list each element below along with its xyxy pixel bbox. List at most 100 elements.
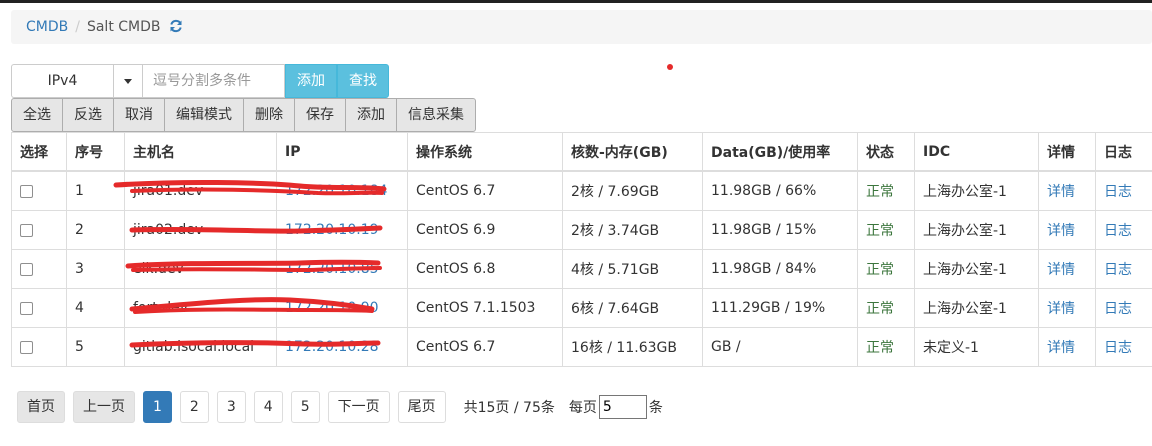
row-status-cell: 正常 [857, 288, 915, 328]
row-log-link[interactable]: 日志 [1104, 301, 1132, 317]
row-detail-link[interactable]: 详情 [1047, 340, 1075, 356]
row-ip-cell: 172.20.10.90 [276, 288, 408, 328]
row-ip-cell: 172.20.10.85 [276, 249, 408, 289]
header-select: 选择 [11, 132, 67, 172]
row-ip-link[interactable]: 172.20.10.85 [285, 261, 379, 277]
breadcrumb: CMDB / Salt CMDB [11, 10, 1152, 44]
row-ip-link[interactable]: 172.20.10.90 [285, 300, 379, 316]
row-detail-link[interactable]: 详情 [1047, 301, 1075, 317]
search-bar: IPv4 添加 查找 [11, 64, 389, 98]
add-button[interactable]: 添加 [345, 98, 397, 132]
row-log-link[interactable]: 日志 [1104, 262, 1132, 278]
row-ip-link[interactable]: 172.20.10.184 [285, 183, 387, 199]
page-summary: 共15页 / 75条 [463, 400, 555, 416]
row-data-usage: GB / [702, 327, 858, 367]
invert-selection-button[interactable]: 反选 [62, 98, 114, 132]
save-button[interactable]: 保存 [294, 98, 346, 132]
row-status: 正常 [866, 223, 894, 239]
row-checkbox-cell [11, 249, 67, 289]
row-status-cell: 正常 [857, 249, 915, 289]
top-border [0, 0, 1152, 3]
row-idc: 未定义-1 [914, 327, 1039, 367]
page-3-button[interactable]: 3 [216, 391, 246, 423]
red-dot-marker [667, 64, 673, 70]
row-hostname: gitlab.isocal.local [124, 327, 277, 367]
row-detail-link[interactable]: 详情 [1047, 184, 1075, 200]
search-button[interactable]: 查找 [337, 64, 389, 98]
header-idc: IDC [914, 132, 1039, 172]
header-detail: 详情 [1038, 132, 1096, 172]
row-ip-link[interactable]: 172.20.10.19 [285, 222, 379, 238]
row-checkbox-cell [11, 170, 67, 211]
edit-mode-button[interactable]: 编辑模式 [164, 98, 244, 132]
first-page-button[interactable]: 首页 [17, 391, 65, 423]
row-checkbox[interactable] [20, 340, 33, 354]
row-os: CentOS 6.7 [407, 327, 563, 367]
row-ip-cell: 172.20.10.19 [276, 210, 408, 250]
page-1-button[interactable]: 1 [143, 391, 172, 423]
row-data-usage: 11.98GB / 15% [702, 210, 858, 250]
row-status-cell: 正常 [857, 327, 915, 367]
row-ip-link[interactable]: 172.20.10.28 [285, 339, 379, 355]
row-detail-cell: 详情 [1038, 249, 1096, 289]
row-checkbox-cell [11, 327, 67, 367]
last-page-button[interactable]: 尾页 [397, 391, 446, 423]
header-log: 日志 [1095, 132, 1152, 172]
row-index: 2 [66, 210, 125, 250]
row-log-cell: 日志 [1095, 170, 1152, 211]
header-cpu-memory: 核数-内存(GB) [562, 132, 703, 172]
page-2-button[interactable]: 2 [179, 391, 209, 423]
row-data-usage: 11.98GB / 84% [702, 249, 858, 289]
collect-info-button[interactable]: 信息采集 [396, 98, 476, 132]
breadcrumb-root-link[interactable]: CMDB [26, 19, 68, 35]
row-status: 正常 [866, 262, 894, 278]
header-index: 序号 [66, 132, 125, 172]
row-detail-cell: 详情 [1038, 170, 1096, 211]
row-log-link[interactable]: 日志 [1104, 184, 1132, 200]
add-condition-button[interactable]: 添加 [285, 64, 337, 98]
page-4-button[interactable]: 4 [253, 391, 283, 423]
per-page-unit: 条 [648, 400, 663, 416]
select-all-button[interactable]: 全选 [11, 98, 63, 132]
ip-type-select[interactable]: IPv4 [11, 64, 113, 98]
delete-button[interactable]: 删除 [243, 98, 295, 132]
row-log-link[interactable]: 日志 [1104, 340, 1132, 356]
search-input[interactable] [143, 64, 285, 98]
table-row: 1 jira01.dev 172.20.10.184 CentOS 6.7 2核… [11, 170, 1152, 211]
row-status: 正常 [866, 184, 894, 200]
row-os: CentOS 6.7 [407, 170, 563, 211]
row-os: CentOS 6.8 [407, 249, 563, 289]
table-row: 5 gitlab.isocal.local 172.20.10.28 CentO… [11, 327, 1152, 367]
caret-down-icon[interactable] [113, 64, 143, 98]
row-index: 5 [66, 327, 125, 367]
row-status: 正常 [866, 340, 894, 356]
row-checkbox[interactable] [20, 301, 33, 315]
row-cpu-memory: 2核 / 7.69GB [562, 170, 703, 211]
row-checkbox[interactable] [20, 262, 33, 276]
next-page-button[interactable]: 下一页 [327, 391, 390, 423]
header-status: 状态 [857, 132, 915, 172]
cancel-button[interactable]: 取消 [113, 98, 165, 132]
page-5-button[interactable]: 5 [290, 391, 320, 423]
row-idc: 上海办公室-1 [914, 170, 1039, 211]
row-log-link[interactable]: 日志 [1104, 223, 1132, 239]
row-checkbox-cell [11, 288, 67, 328]
row-detail-link[interactable]: 详情 [1047, 223, 1075, 239]
row-cpu-memory: 16核 / 11.63GB [562, 327, 703, 367]
row-idc: 上海办公室-1 [914, 210, 1039, 250]
row-cpu-memory: 4核 / 5.71GB [562, 249, 703, 289]
per-page-input[interactable] [598, 395, 647, 419]
row-detail-link[interactable]: 详情 [1047, 262, 1075, 278]
row-checkbox[interactable] [20, 223, 33, 237]
table-row: 2 jira02.dev 172.20.10.19 CentOS 6.9 2核 … [11, 210, 1152, 250]
breadcrumb-separator: / [75, 19, 80, 35]
row-index: 4 [66, 288, 125, 328]
row-cpu-memory: 6核 / 7.64GB [562, 288, 703, 328]
row-log-cell: 日志 [1095, 288, 1152, 328]
row-os: CentOS 6.9 [407, 210, 563, 250]
refresh-icon[interactable] [169, 19, 183, 38]
header-hostname: 主机名 [124, 132, 277, 172]
prev-page-button[interactable]: 上一页 [73, 391, 135, 423]
row-checkbox[interactable] [20, 184, 33, 198]
row-detail-cell: 详情 [1038, 210, 1096, 250]
